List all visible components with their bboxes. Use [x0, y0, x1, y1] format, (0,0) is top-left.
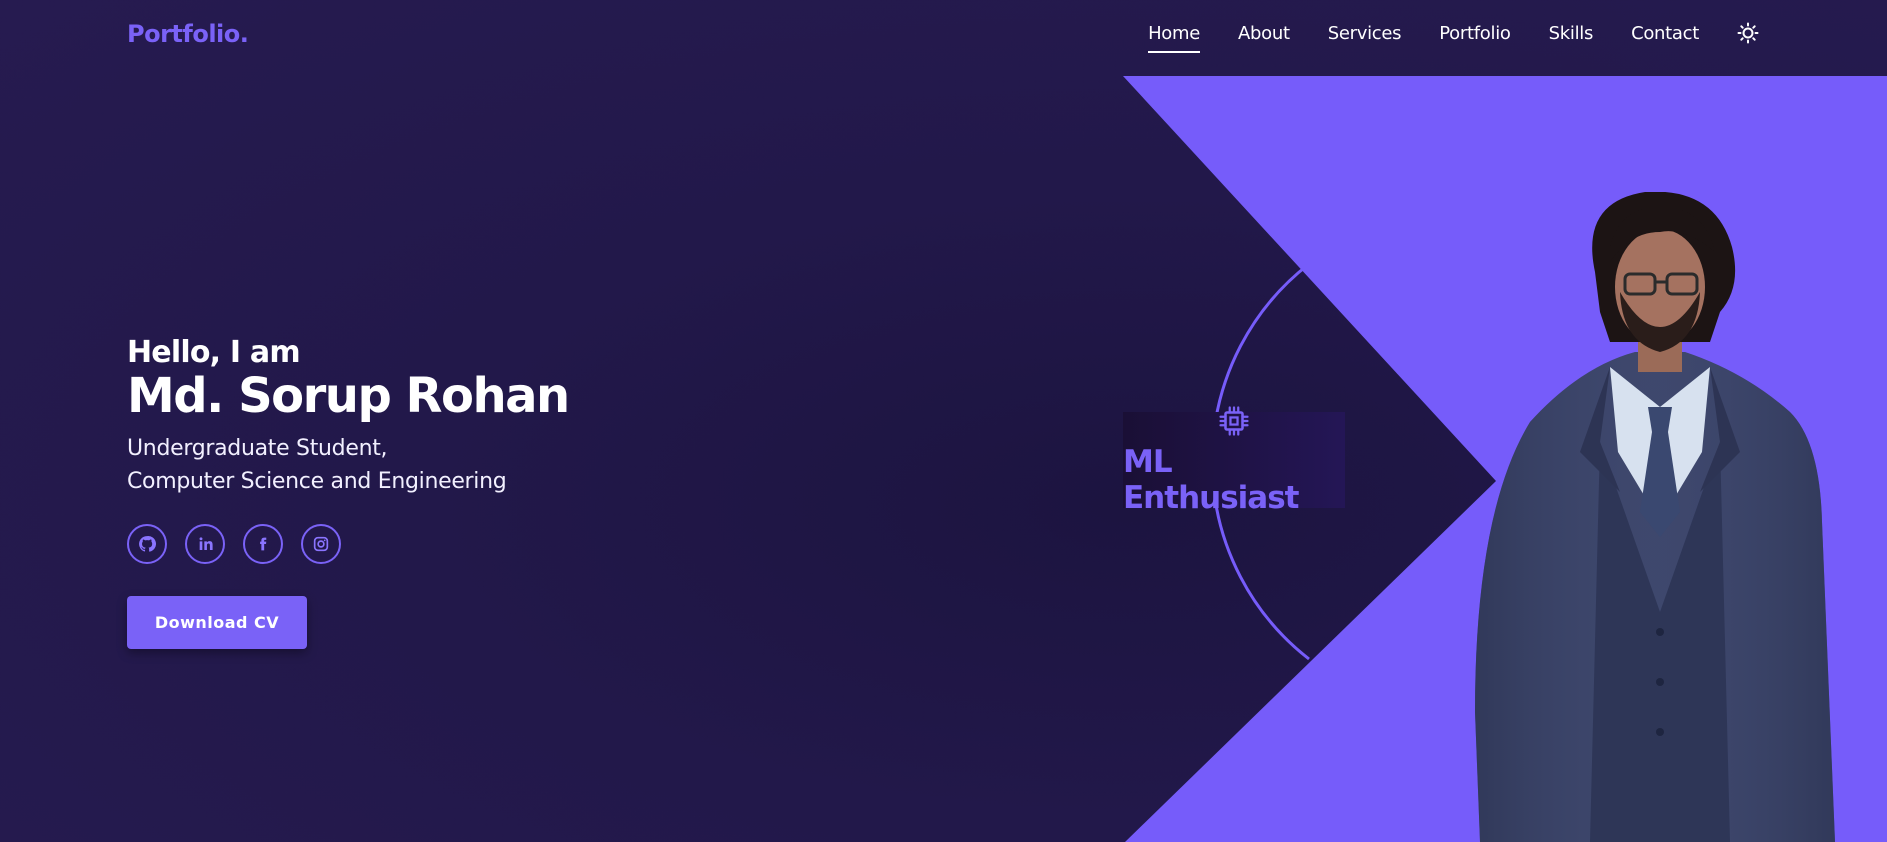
nav-services[interactable]: Services	[1328, 23, 1402, 44]
hero-name: Md. Sorup Rohan	[127, 368, 570, 424]
nav-contact[interactable]: Contact	[1631, 23, 1699, 44]
github-icon[interactable]	[127, 524, 167, 564]
sun-icon[interactable]	[1737, 22, 1759, 44]
nav-portfolio[interactable]: Portfolio	[1439, 23, 1511, 44]
main-nav: Home About Services Portfolio Skills Con…	[1148, 22, 1759, 53]
site-logo[interactable]: Portfolio.	[127, 20, 249, 48]
hero-greeting: Hello, I am	[127, 335, 301, 370]
subtitle-line-1: Undergraduate Student,	[127, 436, 388, 461]
nav-skills[interactable]: Skills	[1549, 23, 1594, 44]
profile-photo	[1470, 191, 1840, 842]
instagram-icon[interactable]	[301, 524, 341, 564]
header: Portfolio. Home About Services Portfolio…	[0, 0, 1887, 76]
hero-subtitle: Undergraduate Student, Computer Science …	[127, 432, 569, 498]
badge-label: ML Enthusiast	[1123, 444, 1299, 516]
linkedin-icon[interactable]	[185, 524, 225, 564]
chip-icon	[1217, 404, 1251, 442]
subtitle-line-2: Computer Science and Engineering	[127, 469, 507, 494]
nav-home[interactable]: Home	[1148, 23, 1200, 53]
nav-about[interactable]: About	[1238, 23, 1290, 44]
skill-badge: ML Enthusiast	[1123, 406, 1345, 516]
download-cv-button[interactable]: Download CV	[127, 596, 307, 649]
hero-section: Hello, I am Md. Sorup Rohan Undergraduat…	[127, 335, 570, 649]
facebook-icon[interactable]	[243, 524, 283, 564]
social-links	[127, 524, 569, 564]
